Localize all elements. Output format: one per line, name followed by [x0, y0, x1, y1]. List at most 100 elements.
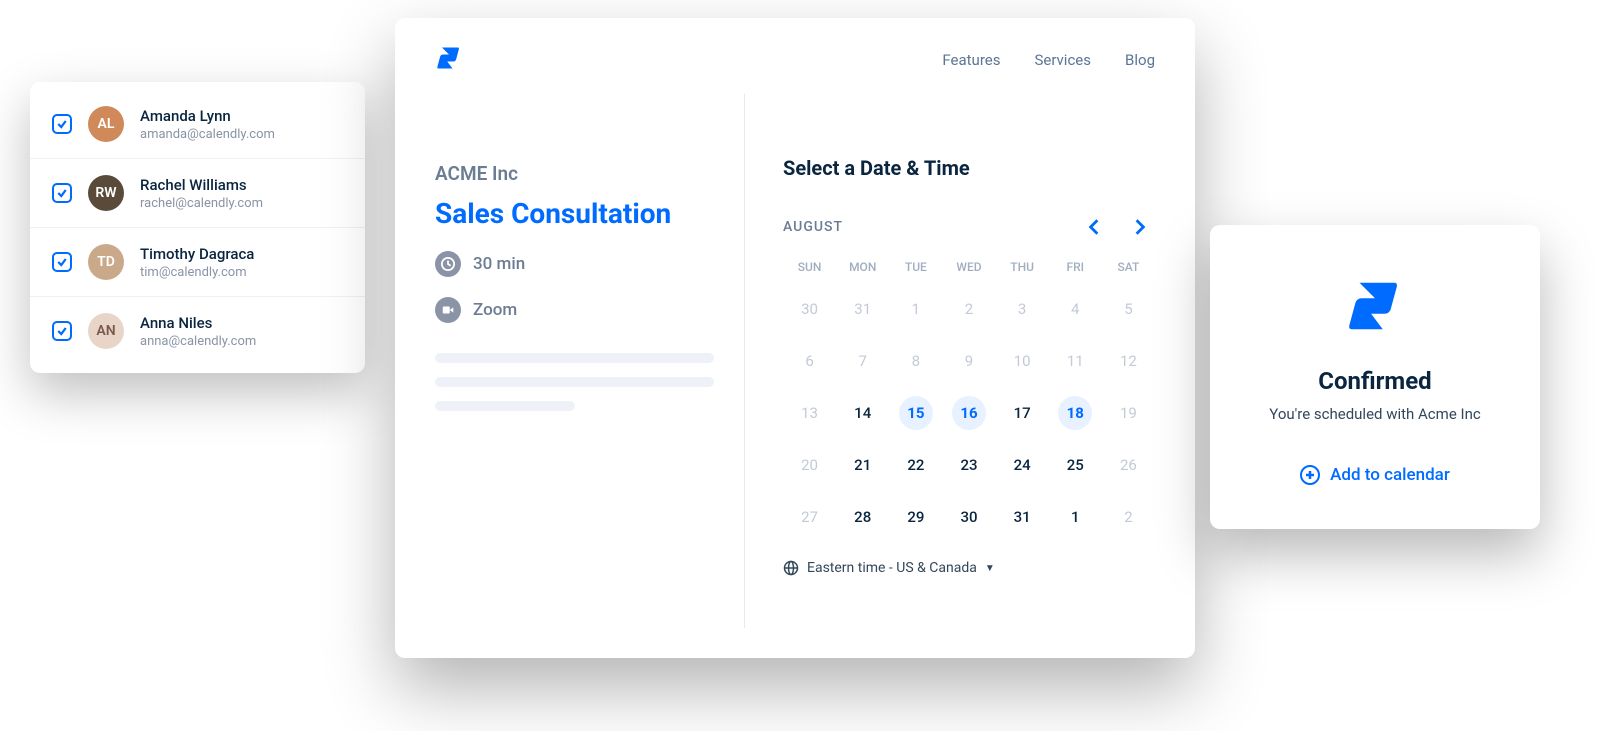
user-row[interactable]: AN Anna Niles anna@calendly.com	[30, 296, 365, 365]
day-cell: 29	[889, 500, 942, 534]
event-details: ACME Inc Sales Consultation 30 min Zoom	[435, 94, 745, 628]
user-row[interactable]: RW Rachel Williams rachel@calendly.com	[30, 158, 365, 227]
day-of-week: WED	[942, 260, 995, 274]
next-month-icon[interactable]	[1131, 218, 1149, 236]
day-cell: 1	[889, 292, 942, 326]
prev-month-icon[interactable]	[1085, 218, 1103, 236]
day-7: 7	[846, 344, 880, 378]
day-of-week: SUN	[783, 260, 836, 274]
day-cell: 2	[1102, 500, 1155, 534]
avatar: RW	[88, 175, 124, 211]
day-2: 2	[1111, 500, 1145, 534]
avatar: AN	[88, 313, 124, 349]
day-cell: 1	[1049, 500, 1102, 534]
day-cell: 2	[942, 292, 995, 326]
day-6: 6	[793, 344, 827, 378]
nav-services[interactable]: Services	[1034, 51, 1091, 69]
day-12: 12	[1111, 344, 1145, 378]
day-cell: 21	[836, 448, 889, 482]
day-cell: 20	[783, 448, 836, 482]
day-cell: 31	[836, 292, 889, 326]
avatar: TD	[88, 244, 124, 280]
plus-circle-icon	[1300, 465, 1320, 485]
user-email: amanda@calendly.com	[140, 127, 275, 142]
day-cell: 22	[889, 448, 942, 482]
nav-blog[interactable]: Blog	[1125, 51, 1155, 69]
day-cell: 12	[1102, 344, 1155, 378]
day-of-week: MON	[836, 260, 889, 274]
checkbox-icon[interactable]	[52, 321, 72, 341]
day-cell: 30	[783, 292, 836, 326]
globe-icon	[783, 560, 799, 576]
user-row[interactable]: TD Timothy Dagraca tim@calendly.com	[30, 227, 365, 296]
day-cell: 31	[996, 500, 1049, 534]
day-cell: 7	[836, 344, 889, 378]
day-8: 8	[899, 344, 933, 378]
day-cell: 23	[942, 448, 995, 482]
day-14: 14	[846, 396, 880, 430]
day-9: 9	[952, 344, 986, 378]
company-name: ACME Inc	[435, 162, 714, 185]
confirm-panel: Confirmed You're scheduled with Acme Inc…	[1210, 225, 1540, 529]
description-placeholder	[435, 353, 714, 411]
clock-icon	[435, 251, 461, 277]
confirm-title: Confirmed	[1318, 367, 1431, 395]
day-cell: 16	[942, 396, 995, 430]
location-label: Zoom	[473, 300, 517, 320]
nav-features[interactable]: Features	[942, 51, 1000, 69]
day-cell: 25	[1049, 448, 1102, 482]
day-31: 31	[846, 292, 880, 326]
day-cell: 8	[889, 344, 942, 378]
video-icon	[435, 297, 461, 323]
day-11: 11	[1058, 344, 1092, 378]
booking-panel: Features Services Blog ACME Inc Sales Co…	[395, 18, 1195, 658]
day-cell: 11	[1049, 344, 1102, 378]
checkbox-icon[interactable]	[52, 252, 72, 272]
day-of-week: FRI	[1049, 260, 1102, 274]
day-5: 5	[1111, 292, 1145, 326]
add-to-calendar-button[interactable]: Add to calendar	[1300, 465, 1450, 485]
day-1: 1	[899, 292, 933, 326]
nav-links: Features Services Blog	[942, 51, 1155, 69]
calendar-grid: SUNMONTUEWEDTHUFRISAT3031123456789101112…	[783, 260, 1155, 534]
day-cell: 27	[783, 500, 836, 534]
day-13: 13	[793, 396, 827, 430]
day-30: 30	[793, 292, 827, 326]
day-cell: 19	[1102, 396, 1155, 430]
day-16[interactable]: 16	[952, 396, 986, 430]
checkbox-icon[interactable]	[52, 114, 72, 134]
logo-icon	[1344, 275, 1406, 341]
users-panel: AL Amanda Lynn amanda@calendly.com RW Ra…	[30, 82, 365, 373]
user-name: Amanda Lynn	[140, 107, 275, 125]
day-15[interactable]: 15	[899, 396, 933, 430]
day-cell: 30	[942, 500, 995, 534]
event-title: Sales Consultation	[435, 197, 714, 231]
day-cell: 5	[1102, 292, 1155, 326]
select-date-title: Select a Date & Time	[783, 156, 1155, 180]
day-cell: 4	[1049, 292, 1102, 326]
day-25: 25	[1058, 448, 1092, 482]
duration-label: 30 min	[473, 254, 525, 274]
day-23: 23	[952, 448, 986, 482]
day-of-week: SAT	[1102, 260, 1155, 274]
confirm-subtitle: You're scheduled with Acme Inc	[1269, 405, 1480, 423]
user-name: Rachel Williams	[140, 176, 263, 194]
day-27: 27	[793, 500, 827, 534]
day-30: 30	[952, 500, 986, 534]
day-cell: 14	[836, 396, 889, 430]
day-cell: 15	[889, 396, 942, 430]
day-cell: 24	[996, 448, 1049, 482]
day-cell: 3	[996, 292, 1049, 326]
booking-header: Features Services Blog	[395, 18, 1195, 94]
day-18[interactable]: 18	[1058, 396, 1092, 430]
timezone-picker[interactable]: Eastern time - US & Canada ▼	[783, 560, 1155, 576]
day-17: 17	[1005, 396, 1039, 430]
day-cell: 17	[996, 396, 1049, 430]
user-email: anna@calendly.com	[140, 334, 256, 349]
day-cell: 9	[942, 344, 995, 378]
user-row[interactable]: AL Amanda Lynn amanda@calendly.com	[30, 90, 365, 158]
checkbox-icon[interactable]	[52, 183, 72, 203]
caret-down-icon: ▼	[985, 563, 995, 574]
calendar-area: Select a Date & Time AUGUST SUNMONTUEWED…	[745, 94, 1155, 628]
day-21: 21	[846, 448, 880, 482]
